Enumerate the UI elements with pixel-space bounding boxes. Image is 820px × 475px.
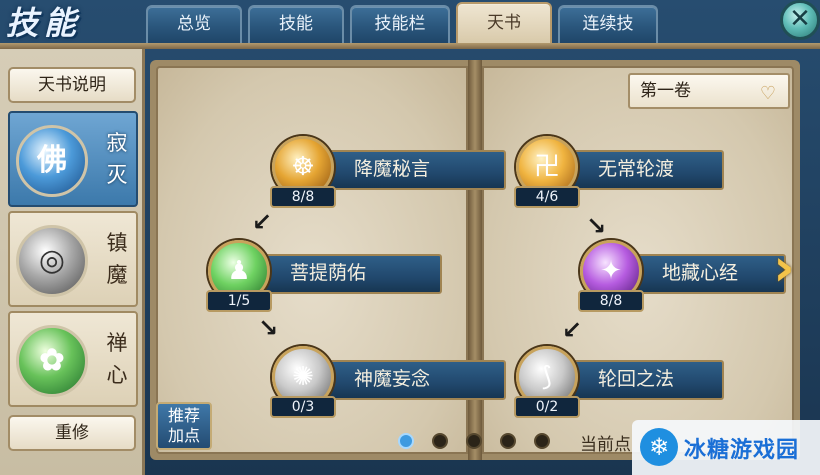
school-label-zhenmo: 镇 魔 (106, 231, 128, 287)
watermark-text: 冰糖游戏园 (684, 438, 800, 463)
school-tab-chanxin[interactable]: ✿ 禅 心 (8, 311, 138, 407)
skill-level: 8/8 (270, 186, 336, 208)
school-label-jimie: 寂 灭 (106, 131, 128, 187)
recommend-points-button[interactable]: 推荐 加点 (156, 402, 212, 450)
page-dot[interactable] (432, 433, 448, 449)
volume-select[interactable]: 第一卷 ♡ (628, 73, 790, 109)
sidebar: 天书说明 佛 寂 灭 ◎ 镇 魔 ✿ 禅 心 重修 (0, 49, 145, 475)
snowflake-logo-icon: ❄ (640, 428, 678, 466)
book-explain-button[interactable]: 天书说明 (8, 67, 136, 103)
chevron-down-icon: ♡ (759, 83, 776, 104)
skill-name: 神魔妄念 (310, 360, 506, 400)
arrow-down-right-icon: ↘ (257, 314, 279, 342)
next-page-arrow-icon[interactable]: › (764, 238, 804, 298)
lotus-orb-icon: ✿ (16, 325, 88, 397)
skill-level: 0/2 (514, 396, 580, 418)
page-dot[interactable] (398, 433, 414, 449)
tab-skills[interactable]: 技能 (248, 5, 344, 43)
skill-level: 0/3 (270, 396, 336, 418)
arrow-down-left-icon: ↙ (561, 316, 583, 344)
skill-name: 无常轮渡 (554, 150, 724, 190)
page-indicator (398, 433, 558, 453)
arrow-down-left-icon: ↙ (251, 208, 273, 236)
skill-node[interactable]: 轮回之法 ⟆ 0/2 (514, 346, 746, 418)
skill-name: 轮回之法 (554, 360, 724, 400)
page-dot[interactable] (500, 433, 516, 449)
buddha-orb-icon: 佛 (16, 125, 88, 197)
skill-window: 技能 总览 技能 技能栏 天书 连续技 ✕ 天书说明 佛 寂 灭 ◎ 镇 魔 ✿… (0, 0, 820, 475)
school-tab-jimie[interactable]: 佛 寂 灭 (8, 111, 138, 207)
skill-node[interactable]: 神魔妄念 ✺ 0/3 (270, 346, 506, 418)
recommend-line-2: 加点 (167, 426, 200, 445)
window-title: 技能 (6, 4, 83, 42)
tab-combo[interactable]: 连续技 (558, 5, 658, 43)
tab-skill-bar[interactable]: 技能栏 (350, 5, 450, 43)
skill-name: 菩提荫佑 (246, 254, 442, 294)
school-tab-zhenmo[interactable]: ◎ 镇 魔 (8, 211, 138, 307)
skill-level: 4/6 (514, 186, 580, 208)
close-icon: ✕ (789, 4, 811, 34)
skill-level: 8/8 (578, 290, 644, 312)
volume-select-value: 第一卷 (640, 81, 691, 101)
school-label-chanxin: 禅 心 (106, 331, 128, 387)
tab-overview[interactable]: 总览 (146, 5, 242, 43)
skill-node[interactable]: 降魔秘言 ☸ 8/8 (270, 136, 506, 208)
watermark: ❄ 冰糖游戏园 (632, 420, 820, 475)
page-dot[interactable] (534, 433, 550, 449)
skill-node[interactable]: 无常轮渡 卍 4/6 (514, 136, 746, 208)
close-button[interactable]: ✕ (780, 0, 820, 40)
arrow-down-right-icon: ↘ (585, 212, 607, 240)
current-points-label: 当前点 (580, 435, 631, 454)
skill-name: 地藏心经 (618, 254, 786, 294)
beads-orb-icon: ◎ (16, 225, 88, 297)
page-dot[interactable] (466, 433, 482, 449)
skill-node[interactable]: 菩提荫佑 ♟ 1/5 (206, 240, 442, 312)
reset-button[interactable]: 重修 (8, 415, 136, 451)
skill-level: 1/5 (206, 290, 272, 312)
recommend-line-1: 推荐 (167, 406, 200, 425)
skill-name: 降魔秘言 (310, 150, 506, 190)
tab-heavenly-book[interactable]: 天书 (456, 2, 552, 44)
